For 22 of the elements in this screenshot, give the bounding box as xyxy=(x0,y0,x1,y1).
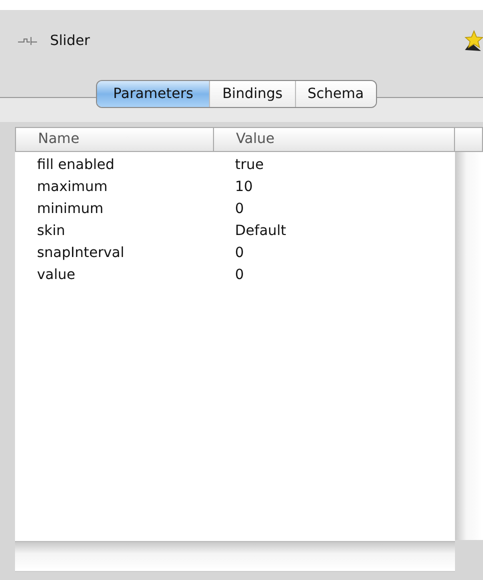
vertical-scrollbar[interactable] xyxy=(455,152,483,540)
table-cell-text: 0 xyxy=(234,201,244,217)
table-cell-text: true xyxy=(234,157,264,173)
tab[interactable]: Bindings xyxy=(209,81,295,107)
table-cell-text: 0 xyxy=(234,267,244,283)
table-cell-text: minimum xyxy=(36,201,104,217)
slider-icon xyxy=(18,36,38,46)
table-cell-text: value xyxy=(36,267,76,283)
table-cell-text: maximum xyxy=(36,179,109,195)
table-cell-text: 0 xyxy=(234,245,244,261)
panel-title: Slider xyxy=(50,33,91,49)
column-header[interactable]: Value xyxy=(214,128,274,151)
table-cell-text: skin xyxy=(36,223,66,239)
table-cell-text: fill enabled xyxy=(36,157,116,173)
tab[interactable]: Schema xyxy=(294,81,376,107)
tab[interactable]: Parameters xyxy=(97,81,210,107)
table-cell-text: 10 xyxy=(234,179,253,195)
table-cell-text: snapInterval xyxy=(36,245,126,261)
star-icon[interactable] xyxy=(463,30,483,52)
horizontal-scrollbar[interactable] xyxy=(15,542,455,572)
column-header[interactable]: Name xyxy=(16,128,214,151)
table-cell-text: Default xyxy=(234,223,286,239)
